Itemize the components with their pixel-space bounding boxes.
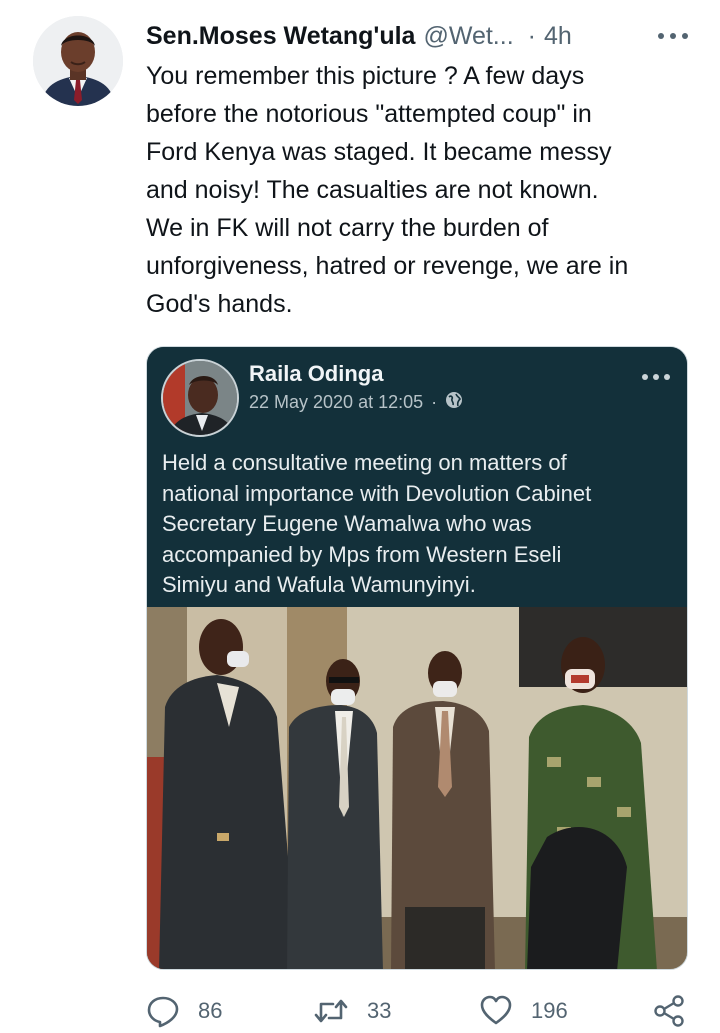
like-count: 196 [531, 998, 568, 1023]
tweet: Sen.Moses Wetang'ula @Wet... · 4h You re… [0, 0, 720, 1033]
author-avatar[interactable] [33, 16, 123, 106]
tweet-media[interactable]: Raila Odinga 22 May 2020 at 12:05 · Held… [146, 346, 688, 970]
more-options-icon[interactable] [655, 22, 691, 50]
retweet-icon [313, 994, 349, 1028]
reply-icon [146, 994, 180, 1028]
reply-count: 86 [198, 998, 223, 1023]
embedded-post-text: Held a consultative meeting on matters o… [162, 450, 592, 597]
author-handle[interactable]: @Wet... [423, 22, 513, 51]
embedded-post-separator: · [431, 392, 438, 412]
retweet-button[interactable]: 33 [313, 994, 391, 1028]
share-button[interactable] [652, 994, 686, 1028]
tweet-timestamp[interactable]: 4h [544, 22, 572, 51]
embedded-post-date: 22 May 2020 at 12:05 [249, 392, 424, 412]
tweet-actions: 86 33 196 [146, 994, 691, 1030]
tweet-text: You remember this picture ? A few days b… [146, 62, 629, 318]
share-icon [652, 994, 686, 1028]
embedded-post-avatar [161, 359, 239, 437]
embedded-photo [147, 607, 687, 969]
embedded-more-icon [639, 369, 673, 385]
embedded-post-author: Raila Odinga [249, 361, 384, 386]
reply-button[interactable]: 86 [146, 994, 222, 1028]
separator-dot: · [527, 21, 536, 50]
like-button[interactable]: 196 [479, 994, 568, 1028]
author-name[interactable]: Sen.Moses Wetang'ula [146, 22, 415, 51]
globe-icon [445, 391, 463, 414]
tweet-header: Sen.Moses Wetang'ula @Wet... · 4h [146, 18, 691, 54]
retweet-count: 33 [367, 998, 392, 1023]
embedded-post: Raila Odinga 22 May 2020 at 12:05 · Held… [147, 347, 687, 607]
heart-icon [479, 994, 513, 1028]
embedded-post-meta: 22 May 2020 at 12:05 · [249, 391, 463, 414]
